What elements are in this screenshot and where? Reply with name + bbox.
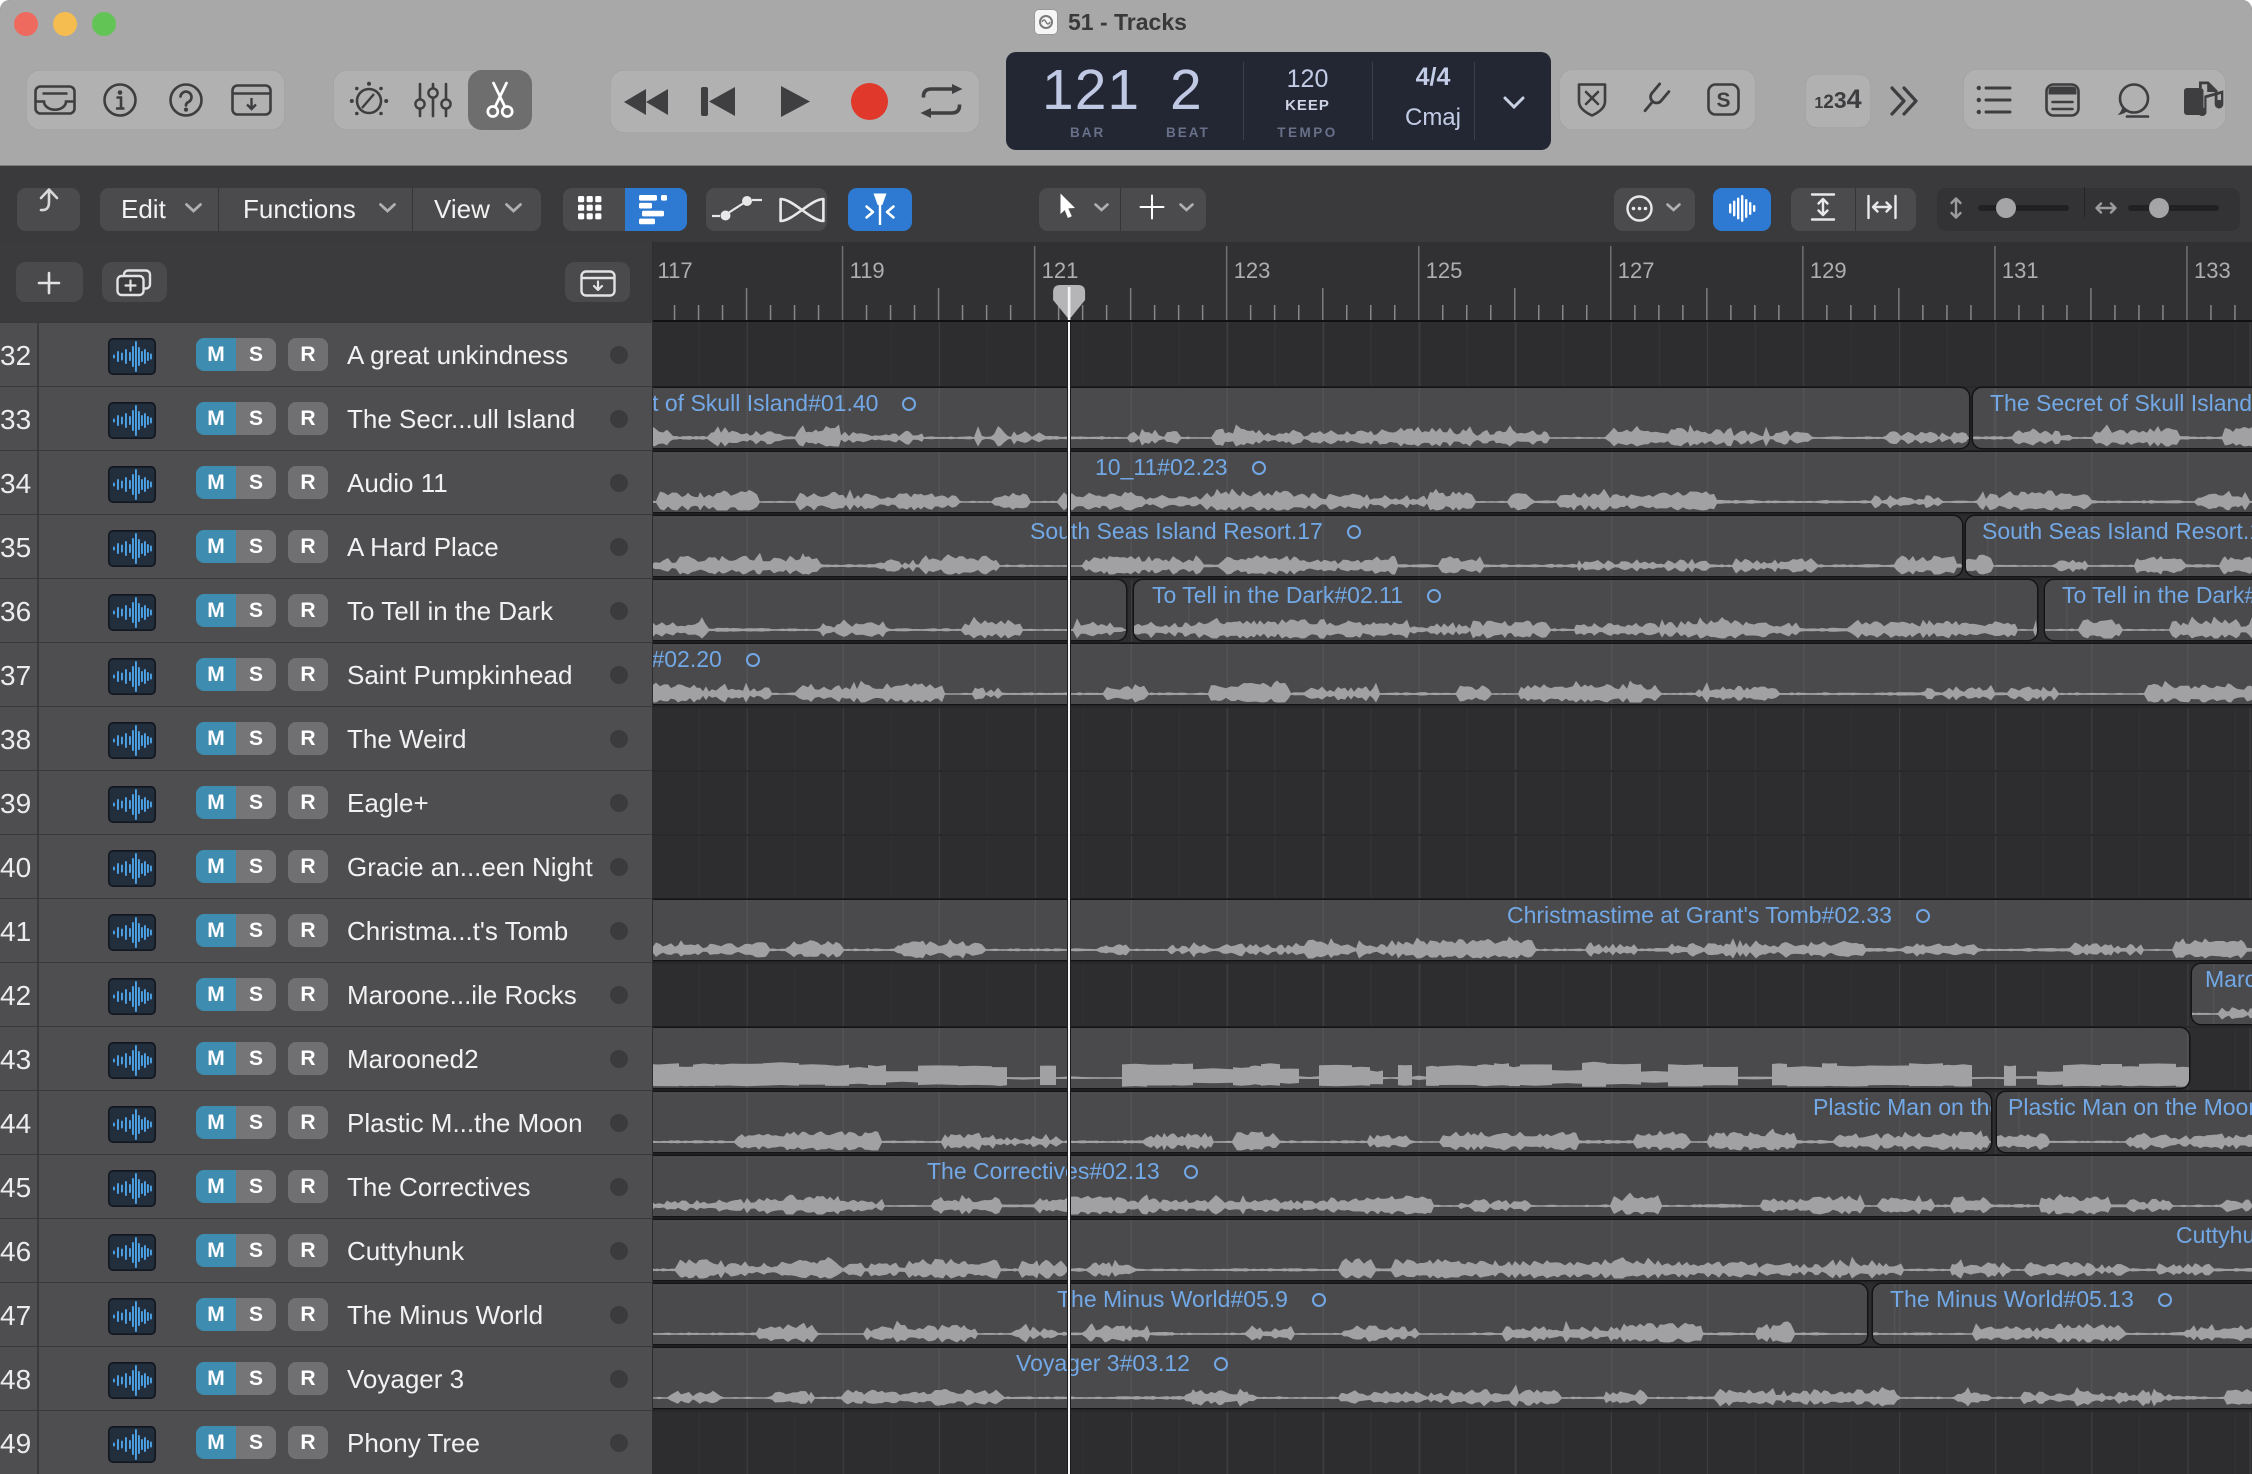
svg-text:133: 133: [2194, 258, 2231, 283]
svg-text:121: 121: [1042, 258, 1079, 283]
svg-text:125: 125: [1426, 258, 1463, 283]
svg-text:129: 129: [1810, 258, 1847, 283]
svg-text:S: S: [1716, 89, 1730, 112]
svg-text:123: 123: [1234, 258, 1271, 283]
svg-text:131: 131: [2002, 258, 2039, 283]
svg-text:127: 127: [1618, 258, 1655, 283]
svg-text:119: 119: [850, 258, 885, 283]
svg-text:117: 117: [658, 258, 693, 283]
